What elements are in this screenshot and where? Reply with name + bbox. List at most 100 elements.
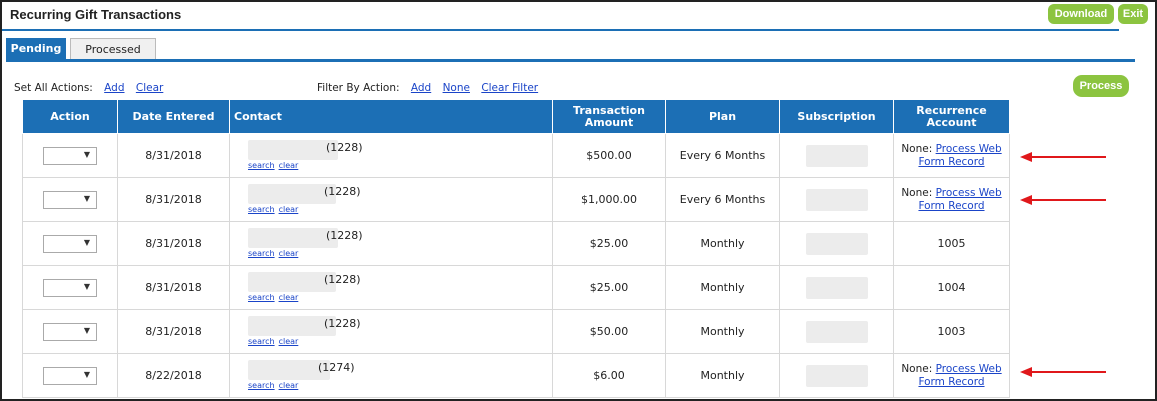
- subscription-redacted: [805, 276, 868, 299]
- action-select[interactable]: ▼: [43, 234, 97, 253]
- header-transaction-amount[interactable]: Transaction Amount: [552, 99, 666, 134]
- table-row: ▼ 8/31/2018 (1228) search clear $25.00 Mo…: [22, 221, 1010, 266]
- process-button[interactable]: Process: [1073, 75, 1129, 97]
- subscription-redacted: [805, 188, 868, 211]
- tab-pending[interactable]: Pending: [6, 38, 66, 59]
- set-all-actions-bar: Set All Actions: Add Clear: [14, 82, 163, 94]
- contact-search-link[interactable]: search: [248, 249, 275, 258]
- subscription-cell: [779, 353, 894, 398]
- chevron-down-icon: ▼: [83, 237, 90, 247]
- arrow-left-icon: [1020, 195, 1106, 205]
- subscription-cell: [779, 265, 894, 310]
- action-select[interactable]: ▼: [43, 278, 97, 297]
- date-entered-cell: 8/31/2018: [117, 133, 230, 178]
- contact-id: (1228): [324, 273, 361, 286]
- plan-cell: Monthly: [665, 353, 780, 398]
- recurrence-account-number: 1003: [937, 325, 966, 338]
- contact-clear-link[interactable]: clear: [279, 249, 299, 258]
- chevron-down-icon: ▼: [83, 325, 90, 335]
- recurrence-account-cell: None: Process Web Form Record: [894, 143, 1009, 169]
- contact-id: (1274): [318, 361, 355, 374]
- contact-clear-link[interactable]: clear: [279, 381, 299, 390]
- transaction-amount-cell: $25.00: [552, 265, 666, 310]
- contact-search-link[interactable]: search: [248, 293, 275, 302]
- contact-id: (1228): [324, 317, 361, 330]
- contact-id: (1228): [326, 141, 363, 154]
- table-header-row: Action Date Entered Contact Transaction …: [22, 99, 1010, 134]
- header-action[interactable]: Action: [22, 99, 118, 134]
- subscription-redacted: [805, 232, 868, 255]
- transaction-amount-cell: $500.00: [552, 133, 666, 178]
- contact-name-redacted: [248, 316, 336, 336]
- contact-id: (1228): [324, 185, 361, 198]
- contact-clear-link[interactable]: clear: [279, 205, 299, 214]
- subscription-redacted: [805, 144, 868, 167]
- chevron-down-icon: ▼: [83, 281, 90, 291]
- header-contact[interactable]: Contact: [229, 99, 553, 134]
- subscription-redacted: [805, 364, 868, 387]
- table-row: ▼ 8/31/2018 (1228) search clear $50.00 Mo…: [22, 309, 1010, 354]
- table-row: ▼ 8/31/2018 (1228) search clear $500.00 E…: [22, 133, 1010, 178]
- recurring-gift-window: Recurring Gift Transactions Download Exi…: [0, 0, 1157, 401]
- exit-button[interactable]: Exit: [1118, 4, 1148, 24]
- action-cell: ▼: [22, 177, 118, 222]
- plan-cell: Every 6 Months: [665, 133, 780, 178]
- recurrence-account-number: 1005: [937, 237, 966, 250]
- subscription-cell: [779, 221, 894, 266]
- header-subscription[interactable]: Subscription: [779, 99, 894, 134]
- action-cell: ▼: [22, 221, 118, 266]
- contact-search-link[interactable]: search: [248, 381, 275, 390]
- filter-add-link[interactable]: Add: [411, 82, 431, 94]
- download-button[interactable]: Download: [1048, 4, 1114, 24]
- plan-cell: Every 6 Months: [665, 177, 780, 222]
- set-all-actions-label: Set All Actions:: [14, 82, 93, 94]
- recurrence-account-cell: None: Process Web Form Record: [894, 363, 1009, 389]
- recurrence-account-column: 1005: [893, 221, 1010, 266]
- contact-search-link[interactable]: search: [248, 161, 275, 170]
- recurrence-none-label: None:: [901, 142, 933, 155]
- date-entered-cell: 8/31/2018: [117, 221, 230, 266]
- contact-search-link[interactable]: search: [248, 337, 275, 346]
- subscription-cell: [779, 309, 894, 354]
- subscription-cell: [779, 133, 894, 178]
- header-recurrence-account[interactable]: Recurrence Account: [893, 99, 1010, 134]
- filter-none-link[interactable]: None: [443, 82, 470, 94]
- date-entered-cell: 8/31/2018: [117, 265, 230, 310]
- header-date-entered[interactable]: Date Entered: [117, 99, 230, 134]
- contact-links: search clear: [248, 337, 302, 346]
- contact-cell: (1228) search clear: [229, 309, 553, 354]
- contact-clear-link[interactable]: clear: [279, 293, 299, 302]
- action-select[interactable]: ▼: [43, 190, 97, 209]
- contact-clear-link[interactable]: clear: [279, 161, 299, 170]
- contact-cell: (1228) search clear: [229, 133, 553, 178]
- action-cell: ▼: [22, 133, 118, 178]
- title-divider: [2, 29, 1119, 31]
- date-entered-cell: 8/22/2018: [117, 353, 230, 398]
- contact-cell: (1228) search clear: [229, 221, 553, 266]
- action-select[interactable]: ▼: [43, 322, 97, 341]
- date-entered-cell: 8/31/2018: [117, 177, 230, 222]
- filter-by-action-label: Filter By Action:: [317, 82, 400, 94]
- recurrence-account-column: 1003: [893, 309, 1010, 354]
- filter-by-action-bar: Filter By Action: Add None Clear Filter: [317, 82, 538, 94]
- chevron-down-icon: ▼: [83, 149, 90, 159]
- tab-processed[interactable]: Processed: [70, 38, 156, 60]
- contact-links: search clear: [248, 293, 302, 302]
- action-select[interactable]: ▼: [43, 366, 97, 385]
- set-all-add-link[interactable]: Add: [104, 82, 124, 94]
- contact-cell: (1228) search clear: [229, 177, 553, 222]
- set-all-clear-link[interactable]: Clear: [136, 82, 163, 94]
- contact-name-redacted: [248, 184, 336, 204]
- header-plan[interactable]: Plan: [665, 99, 780, 134]
- contact-search-link[interactable]: search: [248, 205, 275, 214]
- action-cell: ▼: [22, 353, 118, 398]
- plan-cell: Monthly: [665, 309, 780, 354]
- clear-filter-link[interactable]: Clear Filter: [481, 82, 538, 94]
- action-select[interactable]: ▼: [43, 146, 97, 165]
- contact-links: search clear: [248, 381, 302, 390]
- transaction-amount-cell: $50.00: [552, 309, 666, 354]
- contact-links: search clear: [248, 205, 302, 214]
- contact-clear-link[interactable]: clear: [279, 337, 299, 346]
- transactions-table: Action Date Entered Contact Transaction …: [22, 99, 1010, 398]
- tab-divider: [6, 59, 1135, 62]
